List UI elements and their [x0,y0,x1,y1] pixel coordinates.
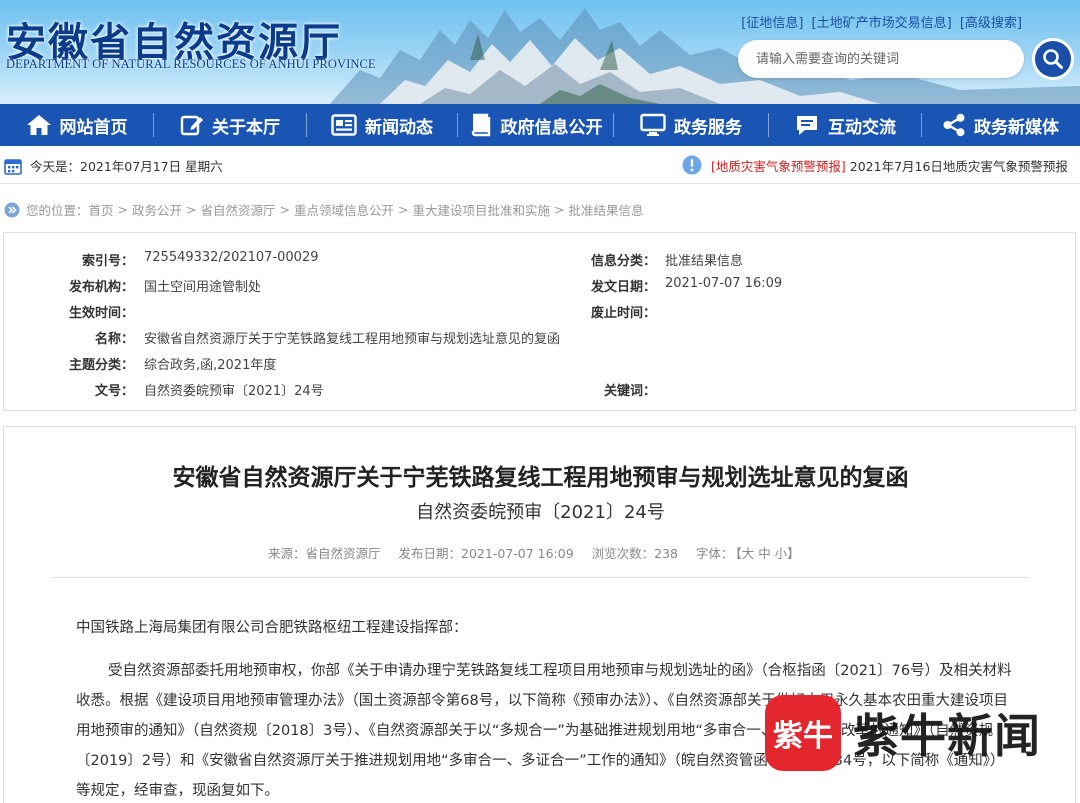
news-icon [331,114,357,136]
article-source: 来源：省自然资源厅 [268,546,381,561]
meta-name-value: 安徽省自然资源厅关于宁芜铁路复线工程用地预审与规划选址意见的复函 [144,332,561,347]
meta-org-value: 国土空间用途管制处 [144,280,262,295]
meta-keyword-label: 关键词： [603,384,656,399]
site-logo-subtitle: DEPARTMENT OF NATURAL RESOURCES OF ANHUI… [6,57,376,71]
search-icon [1043,49,1063,69]
article-doc-number: 自然资委皖预审〔2021〕24号 [416,502,665,523]
book-icon [469,113,493,137]
warning-tag-link[interactable]: [地质灾害气象预警预报] [711,156,846,175]
nav-label-services: 政务服务 [674,117,742,138]
meta-category-label: 信息分类： [590,254,656,269]
meta-topic-value: 综合政务,函,2021年度 [144,358,277,373]
warning-ticker: [地质灾害气象预警预报] 2021年7月16日地质灾害气象预警预报 [682,155,1068,175]
watermark: 紫牛 紫牛新闻 [765,695,1041,771]
edit-icon [180,113,204,137]
breadcrumb-separator: > [398,202,409,217]
article-publish-date: 发布日期：2021-07-07 16:09 [398,546,574,561]
info-icon [682,155,702,175]
info-bar: 今天是：2021年07月17日 星期六 [地质灾害气象预警预报] 2021年7月… [0,146,1080,184]
share-icon [942,113,966,137]
top-links: [征地信息] [土地矿产市场交易信息] [高级搜索] [737,12,1022,31]
breadcrumb-department[interactable]: 省自然资源厅 [201,200,276,219]
breadcrumb-separator: > [117,202,129,217]
header-banner: 安徽省自然资源厅 DEPARTMENT OF NATURAL RESOURCES… [0,0,1080,104]
calendar-icon [4,158,22,175]
nav-item-about[interactable]: 关于本厅 [154,104,306,146]
meta-docno-label: 文号： [94,384,134,399]
breadcrumb-gov-affairs[interactable]: 政务公开 [132,200,182,219]
nav-item-home[interactable]: 网站首页 [0,104,153,146]
link-land-market[interactable]: [土地矿产市场交易信息] [812,16,952,31]
home-icon [26,113,52,137]
nav-label-new-media: 政务新媒体 [974,117,1059,138]
font-size-label: 字体： [695,546,734,561]
nav-label-about: 关于本厅 [212,117,280,138]
search-box [738,40,1024,78]
breadcrumb-approval-results[interactable]: 批准结果信息 [569,200,644,219]
double-chevron-icon [4,202,20,217]
nav-label-interaction: 互动交流 [828,117,896,138]
meta-docno-value: 自然资委皖预审〔2021〕24号 [144,384,324,399]
meta-category-value: 批准结果信息 [665,254,744,269]
breadcrumb-home[interactable]: 首页 [89,200,114,219]
watermark-text: 紫牛新闻 [853,709,1041,763]
meta-date-value: 2021-07-07 16:09 [665,276,783,291]
breadcrumb-separator: > [554,202,565,217]
breadcrumb-prefix: 您的位置： [26,203,89,218]
font-size-switch[interactable]: 【大 中 小】 [735,546,799,561]
meta-date-label: 发文日期： [590,280,656,295]
article-divider [52,577,1029,578]
nav-label-news: 新闻动态 [365,117,433,138]
today-date-text: 今天是：2021年07月17日 星期六 [30,159,223,174]
meta-index-value: 725549332/202107-00029 [144,250,319,265]
meta-org-label: 发布机构： [68,280,134,295]
meta-name-label: 名称： [94,332,134,347]
today-date: 今天是：2021年07月17日 星期六 [4,156,223,175]
nav-item-gov-info[interactable]: 政府信息公开 [458,104,613,146]
breadcrumb-major-projects[interactable]: 重大建设项目批准和实施 [413,200,551,219]
article-view-count: 浏览次数：238 [591,546,678,561]
main-nav: 网站首页 关于本厅 新闻动态 政府信息公开 政务服务 互动交流 政务新媒体 [0,104,1080,146]
nav-label-gov-info: 政府信息公开 [500,117,603,138]
nav-item-new-media[interactable]: 政务新媒体 [922,104,1079,146]
search-button[interactable] [1032,38,1074,80]
link-advanced-search[interactable]: [高级搜索] [960,16,1022,31]
link-land-acquisition[interactable]: [征地信息] [741,16,803,31]
chat-icon [794,113,820,137]
monitor-icon [640,113,666,137]
article-info-line: 来源：省自然资源厅 发布日期：2021-07-07 16:09 浏览次数：238… [268,543,814,562]
nav-item-news[interactable]: 新闻动态 [307,104,457,146]
breadcrumb: 您的位置： 首页 > 政务公开 > 省自然资源厅 > 重点领域信息公开 > 重大… [4,200,644,219]
meta-abolish-label: 废止时间： [590,306,656,321]
nav-item-interaction[interactable]: 互动交流 [769,104,921,146]
warning-text-link[interactable]: 2021年7月16日地质灾害气象预警预报 [850,156,1068,175]
search-input[interactable] [738,40,998,78]
breadcrumb-separator: > [186,202,197,217]
article-paragraph: 中国铁路上海局集团有限公司合肥铁路枢纽工程建设指挥部： [76,620,468,636]
nav-item-services[interactable]: 政务服务 [614,104,768,146]
meta-topic-label: 主题分类： [68,358,134,373]
watermark-logo: 紫牛 [765,695,841,771]
breadcrumb-key-areas[interactable]: 重点领域信息公开 [294,200,394,219]
meta-effective-label: 生效时间： [68,306,134,321]
breadcrumb-separator: > [279,202,291,217]
article-title: 安徽省自然资源厅关于宁芜铁路复线工程用地预审与规划选址意见的复函 [172,465,909,491]
meta-index-label: 索引号： [81,254,134,269]
document-metadata-panel: 索引号： 725549332/202107-00029 信息分类： 批准结果信息… [3,232,1076,411]
nav-label-home: 网站首页 [59,117,128,138]
